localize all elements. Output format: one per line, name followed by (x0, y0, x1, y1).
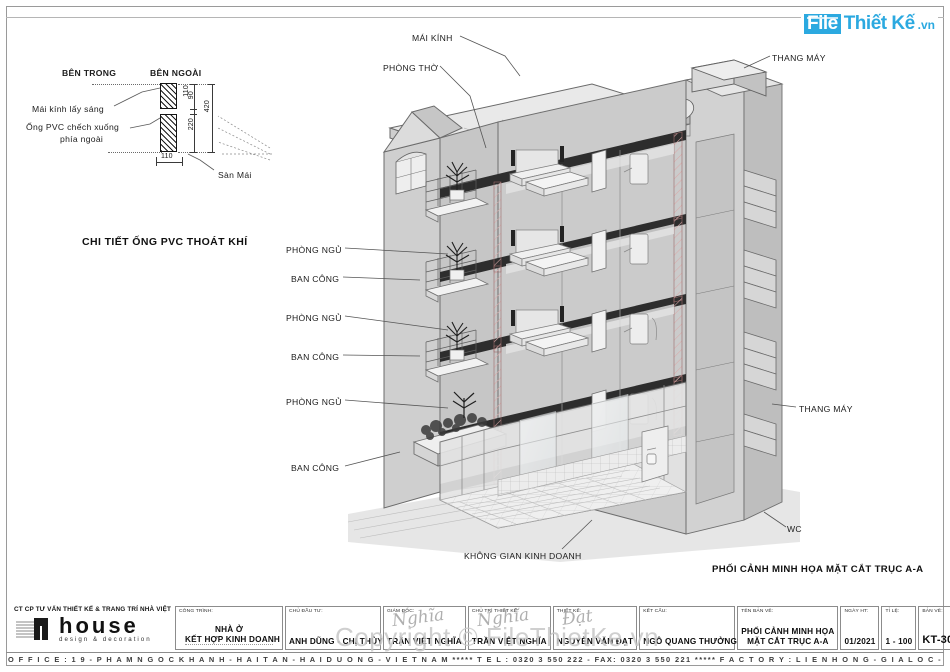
field-ketcau-value: NGÔ QUANG THƯỞNG (643, 637, 738, 646)
pvc-pipe-upper (160, 83, 177, 109)
callout-label: PHÒNG NGỦ (286, 245, 342, 255)
label-ben-trong: BÊN TRONG (62, 68, 117, 78)
callout-label: THANG MÁY (772, 53, 826, 63)
callout-label: PHÒNG NGỦ (286, 313, 342, 323)
field-ngayht: NGÀY HT: 01/2021 (840, 606, 880, 650)
footer-rule (6, 652, 944, 653)
field-chudautu: CHỦ ĐẦU TƯ: ANH DŨNG - CHỊ THỦY (285, 606, 383, 650)
callout-label: MÁI KÍNH (412, 33, 453, 43)
brand-tagline: design & decoration (59, 636, 152, 643)
field-chudautu-value: ANH DŨNG - CHỊ THỦY (289, 637, 383, 646)
dim-value-220: 220 (188, 118, 195, 131)
field-thietke-label: THIẾT KẾ: (556, 609, 582, 614)
drawing-sheet: File Thiết Kế .vn BÊN TRONG BÊN NGOÀI Má… (0, 0, 950, 672)
field-chutri: CHỦ TRÌ THIẾT KẾ: Nghĩa TRẦN VIỆT NGHĨA (467, 605, 551, 650)
dim-line-outer (212, 84, 213, 152)
field-ngayht-value: 01/2021 (844, 637, 876, 646)
field-ketcau: KẾT CẤU: NGÔ QUANG THƯỞNG (639, 606, 738, 650)
logo-thietke-text: Thiết Kế (843, 13, 915, 34)
dim-tick-c (190, 114, 197, 115)
company-name: CT CP TƯ VẤN THIẾT KẾ & TRANG TRÍ NHÀ VI… (14, 606, 172, 613)
dim-tick-w1 (156, 157, 157, 166)
note-skylight: Mái kính lấy sáng (32, 104, 104, 114)
dim-tick-w2 (182, 157, 183, 166)
callout-label: BAN CÔNG (291, 274, 340, 284)
field-chutri-value: TRẦN VIỆT NGHĨA (471, 637, 547, 646)
callout-label: KHÔNG GIAN KINH DOANH (464, 551, 582, 561)
note-san-mai: Sàn Mái (218, 170, 252, 180)
dim-value-width-110: 110 (161, 153, 173, 160)
house-logo-mark (16, 618, 48, 640)
section-caption: PHỐI CẢNH MINH HỌA MẶT CẮT TRỤC A-A (712, 564, 924, 575)
building-section-perspective (330, 22, 800, 562)
callout-label: WC (787, 524, 802, 534)
logo-file-badge: File (803, 14, 841, 34)
callout-label: BAN CÔNG (291, 463, 340, 473)
field-congtrinh-value-2: KẾT HỢP KINH DOANH (185, 635, 281, 645)
dim-tick-e (208, 84, 215, 85)
pvc-vent-detail: BÊN TRONG BÊN NGOÀI Mái kính lấy sáng Ốn… (22, 58, 292, 248)
company-logo-cell: CT CP TƯ VẤN THIẾT KẾ & TRANG TRÍ NHÀ VI… (6, 604, 174, 652)
dim-tick-f (208, 152, 215, 153)
field-thietke-value: NGUYỄN VĂN ĐẠT (556, 637, 634, 646)
field-tenbanve: TÊN BẢN VẼ: PHỐI CẢNH MINH HỌA MẶT CẮT T… (737, 606, 839, 650)
pvc-detail-leaders (113, 87, 272, 171)
label-ben-ngoai: BÊN NGOÀI (150, 68, 202, 78)
field-tenbanve-value-2: MẶT CẮT TRỤC A-A (747, 637, 829, 646)
field-tile: TỈ LỆ: 1 - 100 (881, 606, 917, 650)
field-congtrinh-label: CÔNG TRÌNH: (179, 609, 213, 614)
filethietke-logo[interactable]: File Thiết Kế .vn (800, 12, 938, 36)
callout-label: THANG MÁY (799, 404, 853, 414)
callout-label: BAN CÔNG (291, 352, 340, 362)
note-pvc-line2: phía ngoài (60, 134, 104, 144)
dim-tick-d (190, 152, 197, 153)
field-tenbanve-label: TÊN BẢN VẼ: (741, 609, 774, 614)
dim-line-width (156, 162, 182, 163)
note-pvc-line1: Ống PVC chếch xuống (26, 122, 120, 132)
field-congtrinh: CÔNG TRÌNH: NHÀ Ở KẾT HỢP KINH DOANH (175, 606, 283, 650)
field-giamdoc-value: TRẦN VIỆT NGHĨA (387, 637, 462, 646)
pvc-pipe-lower (160, 114, 177, 152)
logo-vn-text: .vn (917, 18, 935, 32)
field-tile-label: TỈ LỆ: (885, 609, 900, 614)
slab-line-left (108, 152, 162, 153)
field-thietke: THIẾT KẾ: Đạt NGUYỄN VĂN ĐẠT (552, 606, 638, 650)
field-chudautu-label: CHỦ ĐẦU TƯ: (289, 609, 323, 614)
field-banve-label: BẢN VẼ: (922, 609, 943, 614)
dim-tick-b (190, 109, 197, 110)
callout-label: PHÒNG THỜ (383, 63, 439, 73)
building-svg (347, 59, 800, 562)
pvc-detail-title: CHI TIẾT ỐNG PVC THOÁT KHÍ (82, 236, 248, 248)
field-tile-value: 1 - 100 (885, 637, 913, 646)
footer-address: O F F I C E : 1 9 - P H A M N G O C K H … (8, 655, 942, 664)
dim-value-420: 420 (204, 100, 211, 113)
title-block: CT CP TƯ VẤN THIẾT KẾ & TRANG TRÍ NHÀ VI… (6, 604, 950, 652)
field-giamdoc: GIÁM ĐỐC: Nghĩa TRẦN VIỆT NGHĨA (383, 605, 466, 650)
field-banve-value: KT-30 (922, 634, 950, 646)
field-chutri-label: CHỦ TRÌ THIẾT KẾ: (471, 609, 519, 614)
callout-label: PHÒNG NGỦ (286, 397, 342, 407)
field-tenbanve-value-1: PHỐI CẢNH MINH HỌA (741, 627, 835, 636)
dim-value-90: 90 (188, 91, 195, 100)
dim-tick-a (190, 84, 197, 85)
field-giamdoc-label: GIÁM ĐỐC: (387, 609, 415, 614)
field-congtrinh-value-1: NHÀ Ở (215, 625, 243, 634)
field-ketcau-label: KẾT CẤU: (643, 609, 667, 614)
brand-house-text: house (59, 613, 139, 638)
field-banve: BẢN VẼ: KT-30 (918, 606, 950, 650)
skylight-line-left (92, 84, 162, 85)
field-ngayht-label: NGÀY HT: (844, 609, 869, 614)
